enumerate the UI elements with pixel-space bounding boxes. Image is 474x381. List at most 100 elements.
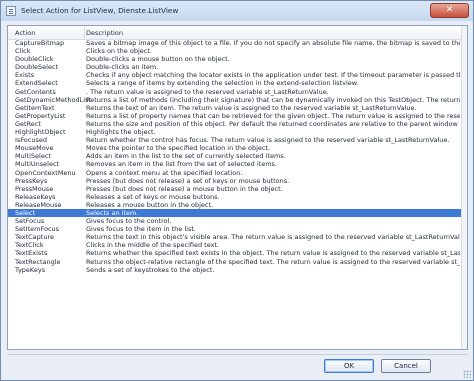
table-row[interactable]: PressKeys Presses (but does not release) … — [8, 177, 463, 185]
action-description: Return whether the control has focus. Th… — [86, 136, 450, 145]
action-name: ReleaseKeys — [15, 192, 56, 201]
list-rows: CaptureBitmap Saves a bitmap image of thi… — [8, 39, 463, 274]
column-header-action[interactable]: Action — [15, 29, 35, 37]
action-description: Moves the pointer to the specified locat… — [86, 144, 271, 153]
action-description: Adds an item in the list to the set of c… — [86, 152, 286, 161]
action-name: PressKeys — [15, 176, 48, 185]
action-description: Releases a mouse button in the object. — [86, 200, 214, 209]
table-row[interactable]: HighlightObject Highlights the object. — [8, 128, 463, 136]
action-description: Returns whether the specified text exist… — [86, 249, 460, 258]
action-description: Selects a range of items by extending th… — [86, 79, 359, 88]
action-description: Returns a list of methods (including the… — [86, 95, 460, 104]
action-name: GetDynamicMethodList — [15, 95, 91, 104]
window-icon — [6, 6, 16, 16]
action-description: Removes an item in the list from the set… — [86, 160, 277, 169]
action-name: DoubleClick — [15, 55, 54, 64]
list-header: Action Description — [8, 26, 463, 40]
table-row[interactable]: MultiSelect Adds an item in the list to t… — [8, 152, 463, 160]
table-row[interactable]: Select Selects an item. — [8, 208, 463, 218]
action-description: Double-clicks a mouse button on the obje… — [86, 55, 230, 64]
action-name: TextExists — [15, 249, 48, 258]
table-row[interactable]: TextClick Clicks in the middle of the spe… — [8, 241, 463, 249]
action-name: MultiUnselect — [15, 160, 60, 169]
action-name: HighlightObject — [15, 128, 66, 137]
table-row[interactable]: MultiUnselect Removes an item in the list… — [8, 160, 463, 168]
table-row[interactable]: TypeKeys Sends a set of keystrokes to the… — [8, 266, 463, 274]
action-description: Returns a list of property names that ca… — [86, 111, 460, 120]
action-name: MouseMove — [15, 144, 54, 153]
action-name: OpenContextMenu — [15, 168, 76, 177]
table-row[interactable]: TextRectangle Returns the object-relative… — [8, 258, 463, 266]
action-description: Presses (but does not release) a mouse b… — [86, 184, 283, 193]
table-row[interactable]: Exists Checks if any object matching the … — [8, 71, 463, 79]
action-description: Opens a context menu at the specified lo… — [86, 168, 243, 177]
table-row[interactable]: DoubleClick Double-clicks a mouse button … — [8, 55, 463, 63]
action-name: GetItemText — [15, 103, 55, 112]
action-description: Double-clicks an item. — [86, 63, 159, 72]
table-row[interactable]: GetRect Returns the size and position of … — [8, 120, 463, 128]
window-title: Select Action for ListView, Dienste.List… — [21, 6, 179, 15]
table-row[interactable]: ExtendSelect Selects a range of items by … — [8, 79, 463, 87]
action-name: SetFocus — [15, 217, 45, 226]
action-name: GetRect — [15, 119, 41, 128]
action-list: Action Description CaptureBitmap Saves a … — [7, 25, 468, 350]
table-row[interactable]: GetContents . The return value is assigne… — [8, 88, 463, 96]
action-name: IsFocused — [15, 136, 47, 145]
action-description: Releases a set of keys or mouse buttons. — [86, 192, 220, 201]
action-name: Exists — [15, 71, 35, 80]
action-name: Select — [15, 208, 36, 217]
action-description: Gives focus to the item in the list. — [86, 225, 196, 234]
table-row[interactable]: ReleaseMouse Releases a mouse button in t… — [8, 201, 463, 209]
action-name: TextCapture — [15, 233, 54, 242]
action-name: GetPropertyList — [15, 111, 66, 120]
action-description: Checks if any object matching the locato… — [86, 71, 460, 80]
vertical-scrollbar[interactable] — [461, 26, 467, 349]
action-name: TextRectangle — [15, 257, 61, 266]
table-row[interactable]: SetFocus Gives focus to the control. — [8, 217, 463, 225]
action-description: Returns the size and position of this ob… — [86, 119, 460, 128]
table-row[interactable]: GetItemText Returns the text of an item. … — [8, 104, 463, 112]
action-description: Returns the text of an item. The return … — [86, 103, 417, 112]
action-name: ReleaseMouse — [15, 200, 62, 209]
table-row[interactable]: PressMouse Presses (but does not release)… — [8, 185, 463, 193]
action-description: Selects an item. — [86, 208, 139, 217]
table-row[interactable]: Click Clicks on the object. — [8, 47, 463, 55]
close-button[interactable]: ✕ — [430, 3, 469, 18]
action-description: Returns the object-relative rectangle of… — [86, 257, 460, 266]
action-description: Gives focus to the control. — [86, 217, 172, 226]
table-row[interactable]: MouseMove Moves the pointer to the specif… — [8, 144, 463, 152]
ok-button[interactable]: OK — [324, 359, 374, 373]
table-row[interactable]: SetItemFocus Gives focus to the item in t… — [8, 225, 463, 233]
action-description: Clicks on the object. — [86, 47, 152, 56]
action-description: . The return value is assigned to the re… — [86, 87, 329, 96]
table-row[interactable]: IsFocused Return whether the control has … — [8, 136, 463, 144]
footer-divider — [7, 354, 468, 355]
action-name: TextClick — [15, 241, 44, 250]
table-row[interactable]: GetDynamicMethodList Returns a list of me… — [8, 96, 463, 104]
action-name: ExtendSelect — [15, 79, 58, 88]
action-name: SetItemFocus — [15, 225, 60, 234]
action-description: Clicks in the middle of the specified te… — [86, 241, 220, 250]
title-bar: Select Action for ListView, Dienste.List… — [1, 1, 473, 21]
cancel-button[interactable]: Cancel — [381, 359, 431, 373]
table-row[interactable]: TextCapture Returns the text in this obje… — [8, 233, 463, 241]
action-name: TypeKeys — [15, 265, 46, 274]
action-name: MultiSelect — [15, 152, 51, 161]
table-row[interactable]: ReleaseKeys Releases a set of keys or mou… — [8, 193, 463, 201]
action-description: Sends a set of keystrokes to the object. — [86, 265, 215, 274]
table-row[interactable]: DoubleSelect Double-clicks an item. — [8, 63, 463, 71]
resize-grip[interactable] — [463, 370, 471, 378]
action-description: Highlights the object. — [86, 128, 156, 137]
table-row[interactable]: TextExists Returns whether the specified … — [8, 249, 463, 257]
column-divider[interactable] — [84, 27, 85, 38]
select-action-dialog: Select Action for ListView, Dienste.List… — [0, 0, 474, 381]
action-name: GetContents — [15, 87, 56, 96]
column-header-description[interactable]: Description — [86, 29, 123, 37]
action-description: Presses (but does not release) a set of … — [86, 176, 290, 185]
table-row[interactable]: OpenContextMenu Opens a context menu at t… — [8, 169, 463, 177]
action-description: Returns the text in this object's visibl… — [86, 233, 460, 242]
table-row[interactable]: GetPropertyList Returns a list of propert… — [8, 112, 463, 120]
table-row[interactable]: CaptureBitmap Saves a bitmap image of thi… — [8, 39, 463, 47]
action-name: PressMouse — [15, 184, 54, 193]
action-name: Click — [15, 47, 31, 56]
